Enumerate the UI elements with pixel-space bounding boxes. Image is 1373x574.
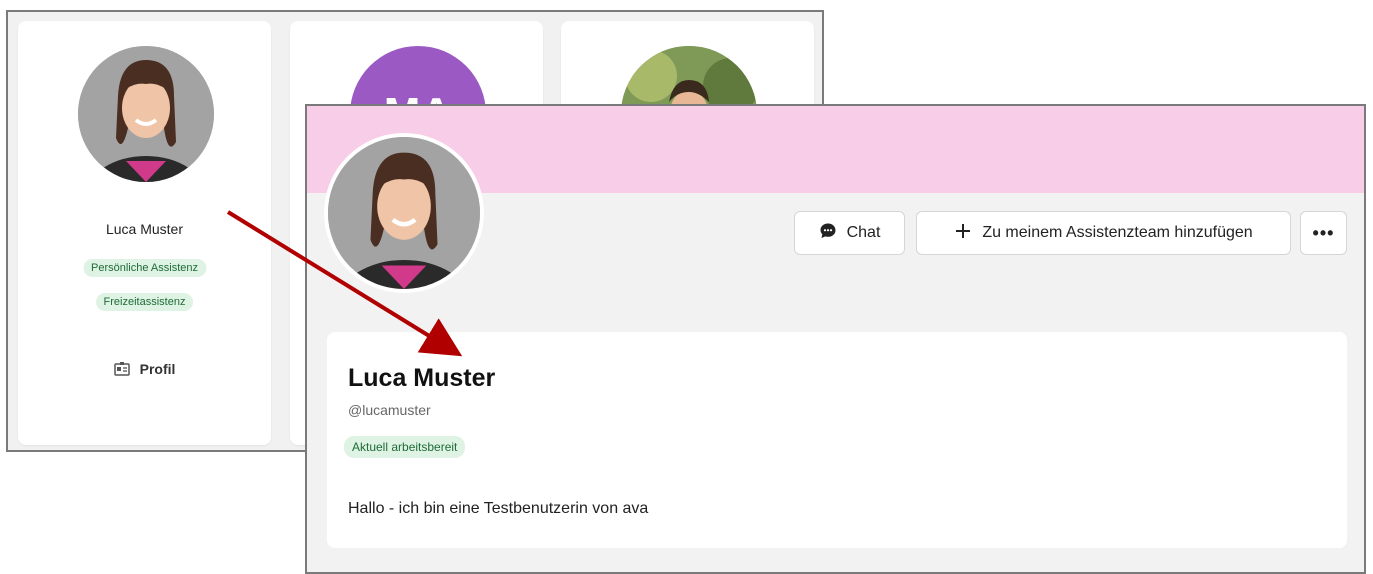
id-card-icon [113, 362, 130, 376]
card-name: Luca Muster [105, 221, 184, 237]
skill-badge: Persönliche Assistenz [83, 259, 206, 277]
profile-link[interactable]: Profil [18, 361, 271, 377]
status-badge: Aktuell arbeitsbereit [344, 436, 466, 458]
chat-bubble-icon [819, 222, 837, 245]
profile-card[interactable]: Luca Muster Persönliche Assistenz Freize… [18, 21, 271, 445]
plus-icon [954, 222, 972, 245]
profile-handle: @lucamuster [348, 402, 431, 418]
profile-link-label: Profil [139, 361, 176, 377]
profile-bio: Hallo - ich bin eine Testbenutzerin von … [348, 500, 649, 517]
profile-avatar [324, 133, 484, 293]
add-to-team-label: Zu meinem Assistenzteam hinzufügen [982, 224, 1253, 241]
avatar [78, 46, 214, 182]
profile-name: Luca Muster [348, 364, 496, 392]
chat-button[interactable]: Chat [794, 211, 905, 255]
profile-info-card: Luca Muster @lucamuster Aktuell arbeitsb… [327, 332, 1347, 548]
more-dots-icon: ••• [1312, 222, 1335, 243]
add-to-team-button[interactable]: Zu meinem Assistenzteam hinzufügen [916, 211, 1291, 255]
skill-badge: Freizeitassistenz [95, 293, 194, 311]
chat-button-label: Chat [846, 224, 881, 241]
profile-detail-screenshot: Chat Zu meinem Assistenzteam hinzufügen … [305, 104, 1366, 574]
more-options-button[interactable]: ••• [1300, 211, 1347, 255]
